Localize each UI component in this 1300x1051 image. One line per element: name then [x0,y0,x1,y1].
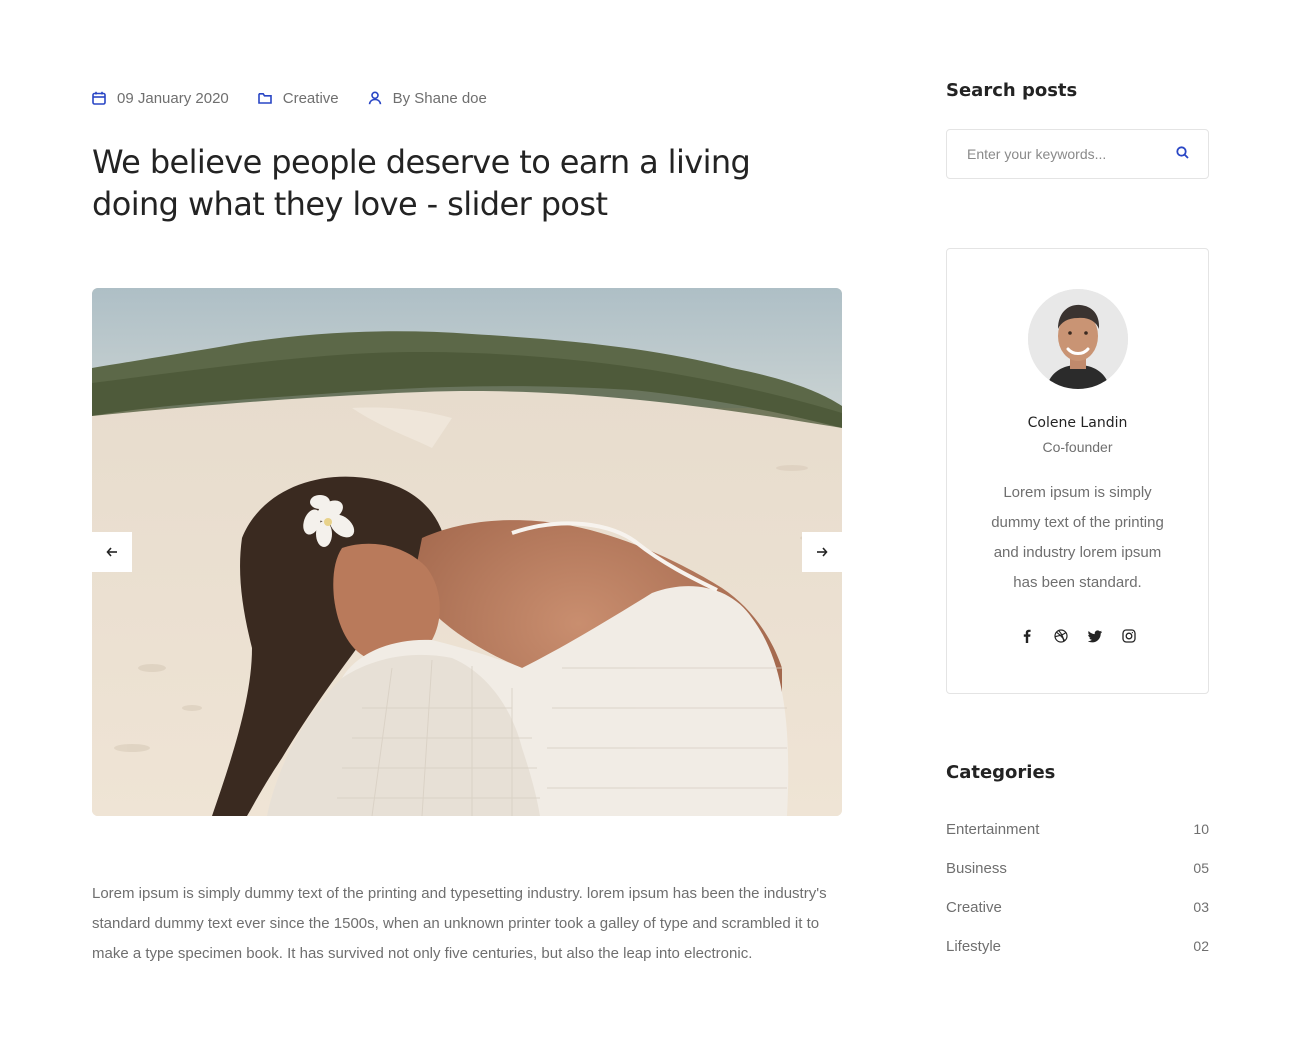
folder-icon [257,93,272,104]
post-meta: 09 January 2020 Creative By Shane doe [92,88,516,108]
author-card: Colene Landin Co-founder Lorem ipsum is … [946,248,1209,694]
instagram-link[interactable] [1121,629,1136,643]
author-bio: Lorem ipsum is simply dummy text of the … [991,484,1164,591]
search-icon [1176,146,1189,159]
author-name: Colene Landin [1027,415,1128,431]
slide-image [92,288,842,816]
image-slider[interactable] [92,288,842,816]
post-date[interactable]: 09 January 2020 [92,90,229,107]
category-label: Lifestyle [946,938,1002,955]
slider-next-button[interactable] [802,532,842,572]
category-item[interactable]: Lifestyle 02 [946,938,1209,977]
search-button[interactable] [1176,146,1192,162]
categories-widget-title: Categories [946,762,1056,783]
post-author-link[interactable]: By Shane doe [368,90,487,107]
facebook-link[interactable] [1020,629,1034,643]
search-box [946,129,1209,179]
search-input[interactable] [947,130,1157,178]
twitter-link[interactable] [1087,629,1102,643]
facebook-icon [1023,629,1031,643]
post-date-text: 09 January 2020 [117,89,229,107]
category-item[interactable]: Entertainment 10 [946,821,1209,860]
category-count: 05 [1193,860,1209,876]
arrow-left-icon [106,547,117,557]
post-category-link[interactable]: Creative [257,89,339,107]
calendar-icon [92,91,106,105]
category-count: 10 [1193,821,1209,837]
author-avatar [1028,289,1128,389]
category-label: Creative [946,899,1002,916]
category-label: Business [946,860,1007,877]
category-count: 02 [1193,938,1209,954]
category-item[interactable]: Creative 03 [946,899,1209,938]
instagram-icon [1121,629,1136,643]
post-body: Lorem ipsum is simply dummy text of the … [92,885,827,962]
author-social-links [947,629,1208,643]
category-item[interactable]: Business 05 [946,860,1209,899]
author-role: Co-founder [1042,439,1113,455]
post-category-text: Creative [282,89,339,107]
dribbble-link[interactable] [1053,629,1068,643]
user-icon [368,91,381,105]
dribbble-icon [1053,629,1068,643]
category-list: Entertainment 10 Business 05 Creative 03… [946,821,1209,977]
search-widget-title: Search posts [946,80,1078,101]
post-title: We believe people deserve to earn a livi… [92,143,751,223]
slider-prev-button[interactable] [92,532,132,572]
category-label: Entertainment [946,821,1040,838]
post-author-text: By Shane doe [392,89,487,107]
twitter-icon [1087,630,1102,643]
category-count: 03 [1193,899,1209,915]
arrow-right-icon [817,547,828,557]
